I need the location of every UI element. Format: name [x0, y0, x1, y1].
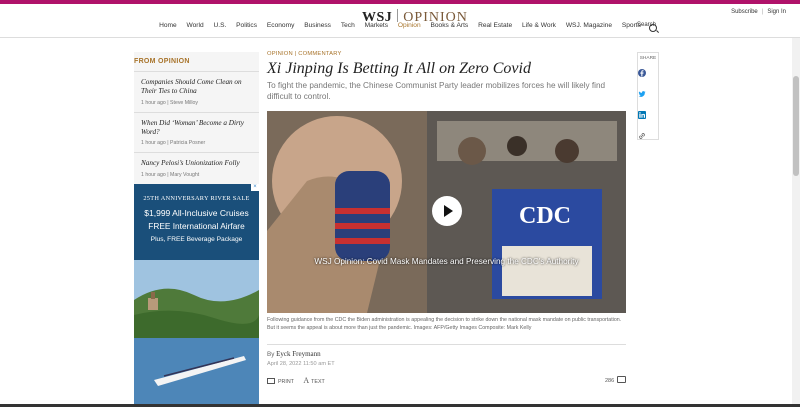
ad-beverage: Plus, FREE Beverage Package: [150, 236, 243, 243]
sidebar-article-meta: 1 hour ago | Steve Milloy: [141, 99, 199, 106]
divider: [267, 344, 626, 345]
sidebar-article[interactable]: Nancy Pelosi’s Unionization Folly 1 hour…: [134, 153, 259, 185]
author-link[interactable]: Eyck Freymann: [276, 350, 321, 358]
video-player[interactable]: CDC WSJ Opinion: Covid Mask Mandates and…: [267, 111, 626, 313]
nav-wsj-magazine[interactable]: WSJ. Magazine: [566, 22, 612, 29]
cdc-sign-badge: CDC: [519, 203, 571, 229]
sidebar-article-meta: 1 hour ago | Mary Vought: [141, 171, 200, 178]
facebook-icon[interactable]: [638, 69, 646, 77]
nav-business[interactable]: Business: [304, 22, 331, 29]
article-headline: Xi Jinping Is Betting It All on Zero Cov…: [267, 60, 531, 77]
from-opinion-sidebar: FROM OPINION Companies Should Come Clean…: [134, 52, 259, 185]
sidebar-article-title[interactable]: When Did ‘Woman’ Become a Dirty Word?: [141, 119, 253, 138]
play-button[interactable]: [432, 196, 462, 226]
search-icon[interactable]: [649, 24, 657, 32]
nav-us[interactable]: U.S.: [213, 22, 226, 29]
article-kicker: OPINION | COMMENTARY: [267, 51, 342, 57]
sidebar-article-title[interactable]: Companies Should Come Clean on Their Tie…: [141, 78, 253, 97]
sidebar-heading: FROM OPINION: [134, 52, 259, 72]
ad-close-icon[interactable]: ×: [251, 184, 259, 191]
river-scene-image: [134, 260, 259, 405]
kicker-type[interactable]: COMMENTARY: [298, 51, 341, 57]
nav-economy[interactable]: Economy: [267, 22, 295, 29]
ad-offer: $1,999 All-Inclusive Cruises: [144, 208, 249, 218]
nav-life-work[interactable]: Life & Work: [522, 22, 556, 29]
nav-real-estate[interactable]: Real Estate: [478, 22, 512, 29]
text-size-icon: A: [303, 376, 310, 385]
scrollbar-thumb[interactable]: [793, 76, 799, 176]
sidebar-article-meta: 1 hour ago | Patricia Posner: [141, 140, 206, 147]
video-title: WSJ Opinion: Covid Mask Mandates and Pre…: [314, 257, 579, 266]
river-cruise-ad[interactable]: 25TH ANNIVERSARY RIVER SALE $1,999 All-I…: [134, 184, 259, 405]
linkedin-icon[interactable]: [638, 111, 646, 119]
account-links: Subscribe | Sign In: [731, 9, 786, 15]
copy-link-icon[interactable]: [638, 132, 646, 140]
byline: By Eyck Freymann: [267, 350, 321, 358]
twitter-icon[interactable]: [638, 90, 646, 98]
article-tools: PRINT A TEXT: [267, 376, 333, 385]
comment-bubble-icon: [617, 376, 627, 383]
publish-date: April 28, 2022 11:50 am ET: [267, 361, 335, 367]
video-caption: Following guidance from the CDC the Bide…: [267, 317, 622, 331]
printer-icon: [267, 378, 275, 384]
ad-text-panel: 25TH ANNIVERSARY RIVER SALE $1,999 All-I…: [134, 184, 259, 260]
article-dek: To fight the pandemic, the Chinese Commu…: [267, 81, 606, 102]
nav-books-arts[interactable]: Books & Arts: [430, 22, 468, 29]
nav-politics[interactable]: Politics: [236, 22, 257, 29]
nav-tech[interactable]: Tech: [341, 22, 355, 29]
print-button[interactable]: PRINT: [267, 378, 294, 385]
share-label: SHARE: [639, 56, 657, 61]
site-header: WSJ OPINION Subscribe | Sign In: [0, 4, 800, 38]
main-nav: Home World U.S. Politics Economy Busines…: [0, 22, 800, 29]
text-size-button[interactable]: A TEXT: [303, 376, 324, 385]
share-rail: SHARE: [637, 52, 659, 140]
subscribe-link[interactable]: Subscribe: [731, 9, 758, 15]
sidebar-article-title[interactable]: Nancy Pelosi’s Unionization Folly: [141, 159, 253, 168]
sidebar-article[interactable]: When Did ‘Woman’ Become a Dirty Word? 1 …: [134, 112, 259, 154]
sign-in-link[interactable]: Sign In: [767, 9, 786, 15]
kicker-section[interactable]: OPINION: [267, 51, 293, 57]
comment-count: 286: [605, 378, 615, 384]
page-scrollbar[interactable]: [792, 38, 800, 407]
ad-headline: 25TH ANNIVERSARY RIVER SALE: [143, 195, 250, 202]
nav-markets[interactable]: Markets: [365, 22, 388, 29]
nav-opinion[interactable]: Opinion: [398, 22, 421, 29]
nav-world[interactable]: World: [187, 22, 204, 29]
sidebar-article[interactable]: Companies Should Come Clean on Their Tie…: [134, 72, 259, 113]
byline-prefix: By: [267, 351, 275, 358]
nav-home[interactable]: Home: [159, 22, 177, 29]
ad-airfare: FREE International Airfare: [148, 221, 245, 231]
comments-button[interactable]: 286: [605, 376, 627, 384]
